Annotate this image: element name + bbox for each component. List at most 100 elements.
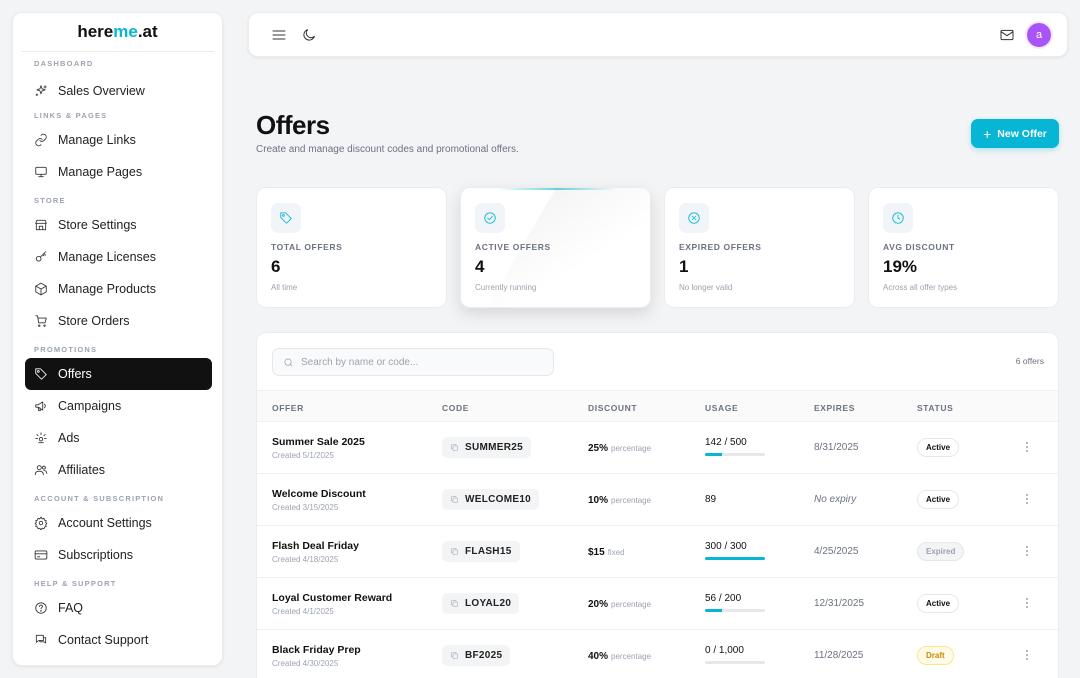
- offer-name: Black Friday Prep: [272, 644, 361, 656]
- sidebar-item-campaigns[interactable]: Campaigns: [25, 390, 212, 422]
- sidebar-item-label: Offers: [58, 367, 92, 381]
- sidebar-item-manage-pages[interactable]: Manage Pages: [25, 156, 212, 188]
- column-header-offer[interactable]: OFFER: [272, 403, 304, 413]
- table-row[interactable]: Summer Sale 2025 Created 5/1/2025 SUMMER…: [257, 422, 1058, 474]
- sidebar-item-label: Campaigns: [58, 399, 122, 413]
- stat-label: TOTAL OFFERS: [271, 242, 343, 252]
- table-row[interactable]: Loyal Customer Reward Created 4/1/2025 L…: [257, 578, 1058, 630]
- stat-value: 6: [271, 257, 281, 276]
- discount: 40% percentage: [588, 651, 651, 662]
- stat-label: EXPIRED OFFERS: [679, 242, 762, 252]
- offer-created: Created 4/1/2025: [272, 607, 334, 616]
- copy-icon: [451, 600, 458, 607]
- code-text: WELCOME10: [465, 494, 532, 505]
- help-icon: [34, 601, 48, 615]
- brand-part-3: .at: [137, 22, 158, 41]
- more-icon[interactable]: [1023, 648, 1031, 662]
- column-header-status[interactable]: STATUS: [917, 403, 953, 413]
- discount-value: $15: [588, 547, 605, 558]
- key-icon: [34, 250, 48, 264]
- offer-created: Created 4/18/2025: [272, 555, 339, 564]
- table-row[interactable]: Welcome Discount Created 3/15/2025 WELCO…: [257, 474, 1058, 526]
- gear-icon: [34, 516, 48, 530]
- code-chip[interactable]: BF2025: [442, 645, 511, 666]
- stat-note: Currently running: [475, 283, 537, 292]
- more-icon[interactable]: [1023, 440, 1031, 454]
- offer-created: Created 4/30/2025: [272, 659, 339, 668]
- sparkles-icon: [34, 84, 48, 98]
- brand-logo[interactable]: here me .at: [21, 13, 214, 52]
- sidebar-item-label: Manage Pages: [58, 165, 143, 179]
- users-icon: [34, 463, 48, 477]
- code-chip[interactable]: WELCOME10: [442, 489, 540, 510]
- discount-value: 25%: [588, 443, 609, 454]
- section-label-dashboard: DASHBOARD: [34, 59, 94, 68]
- sidebar-item-account-settings[interactable]: Account Settings: [25, 507, 212, 539]
- expires-date: 8/31/2025: [814, 442, 859, 453]
- sidebar-item-label: FAQ: [58, 601, 84, 615]
- sidebar-item-label: Contact Support: [58, 633, 149, 647]
- stat-card-active-offers: ACTIVE OFFERS 4 Currently running: [460, 187, 651, 308]
- sidebar-item-contact-support[interactable]: Contact Support: [25, 624, 212, 656]
- search-box[interactable]: [272, 348, 554, 376]
- link-icon: [34, 133, 48, 147]
- store-icon: [34, 218, 48, 232]
- sidebar-item-manage-links[interactable]: Manage Links: [25, 124, 212, 156]
- more-icon[interactable]: [1023, 596, 1031, 610]
- code-chip[interactable]: SUMMER25: [442, 437, 531, 458]
- new-offer-label: New Offer: [997, 127, 1047, 140]
- sidebar-item-store-orders[interactable]: Store Orders: [25, 305, 212, 337]
- table-row[interactable]: Flash Deal Friday Created 4/18/2025 FLAS…: [257, 526, 1058, 578]
- expires-date: 4/25/2025: [814, 546, 859, 557]
- column-header-discount[interactable]: DISCOUNT: [588, 403, 637, 413]
- discount: $15 fixed: [588, 547, 625, 558]
- status-badge: Active: [917, 490, 960, 509]
- column-header-code[interactable]: CODE: [442, 403, 469, 413]
- code-chip[interactable]: LOYAL20: [442, 593, 520, 614]
- sidebar-item-faq[interactable]: FAQ: [25, 592, 212, 624]
- more-icon[interactable]: [1023, 492, 1031, 506]
- usage-text: 0 / 1,000: [705, 645, 744, 656]
- page-title: Offers: [256, 110, 330, 140]
- discount-type: percentage: [611, 652, 652, 661]
- sidebar-item-manage-products[interactable]: Manage Products: [25, 273, 212, 305]
- mail-icon[interactable]: [999, 27, 1015, 43]
- section-label-store: STORE: [34, 196, 66, 205]
- menu-icon[interactable]: [271, 27, 287, 43]
- chat-icon: [34, 633, 48, 647]
- usage-text: 56 / 200: [705, 593, 742, 604]
- code-text: FLASH15: [465, 546, 512, 557]
- stat-card-avg-discount: AVG DISCOUNT 19% Across all offer types: [868, 187, 1059, 308]
- sidebar-item-store-settings[interactable]: Store Settings: [25, 209, 212, 241]
- status-badge: Draft: [917, 646, 954, 665]
- more-icon[interactable]: [1023, 544, 1031, 558]
- copy-icon: [451, 444, 458, 451]
- cart-icon: [34, 314, 48, 328]
- sidebar-item-manage-licenses[interactable]: Manage Licenses: [25, 241, 212, 273]
- table-row[interactable]: Black Friday Prep Created 4/30/2025 BF20…: [257, 630, 1058, 678]
- sidebar-item-affiliates[interactable]: Affiliates: [25, 454, 212, 486]
- usage-bar: [705, 453, 765, 456]
- column-header-usage[interactable]: USAGE: [705, 403, 738, 413]
- brand-part-2: me: [113, 22, 138, 41]
- sidebar-item-sales-overview[interactable]: Sales Overview: [25, 75, 212, 107]
- sidebar-item-ads[interactable]: Ads: [25, 422, 212, 454]
- code-chip[interactable]: FLASH15: [442, 541, 520, 562]
- code-text: BF2025: [465, 650, 503, 661]
- stat-value: 1: [679, 257, 689, 276]
- discount-value: 40%: [588, 651, 609, 662]
- discount-type: percentage: [611, 496, 652, 505]
- usage-text: 300 / 300: [705, 541, 747, 552]
- sidebar-item-subscriptions[interactable]: Subscriptions: [25, 539, 212, 571]
- search-input[interactable]: [301, 356, 541, 368]
- sidebar-item-label: Manage Products: [58, 282, 156, 296]
- sidebar-item-offers[interactable]: Offers: [25, 358, 212, 390]
- offer-name: Welcome Discount: [272, 488, 366, 500]
- new-offer-button[interactable]: + New Offer: [971, 119, 1059, 148]
- discount: 25% percentage: [588, 443, 651, 454]
- megaphone-icon: [34, 399, 48, 413]
- column-header-expires[interactable]: EXPIRES: [814, 403, 855, 413]
- avatar[interactable]: a: [1027, 23, 1051, 47]
- moon-icon[interactable]: [301, 27, 317, 43]
- discount-type: percentage: [611, 600, 652, 609]
